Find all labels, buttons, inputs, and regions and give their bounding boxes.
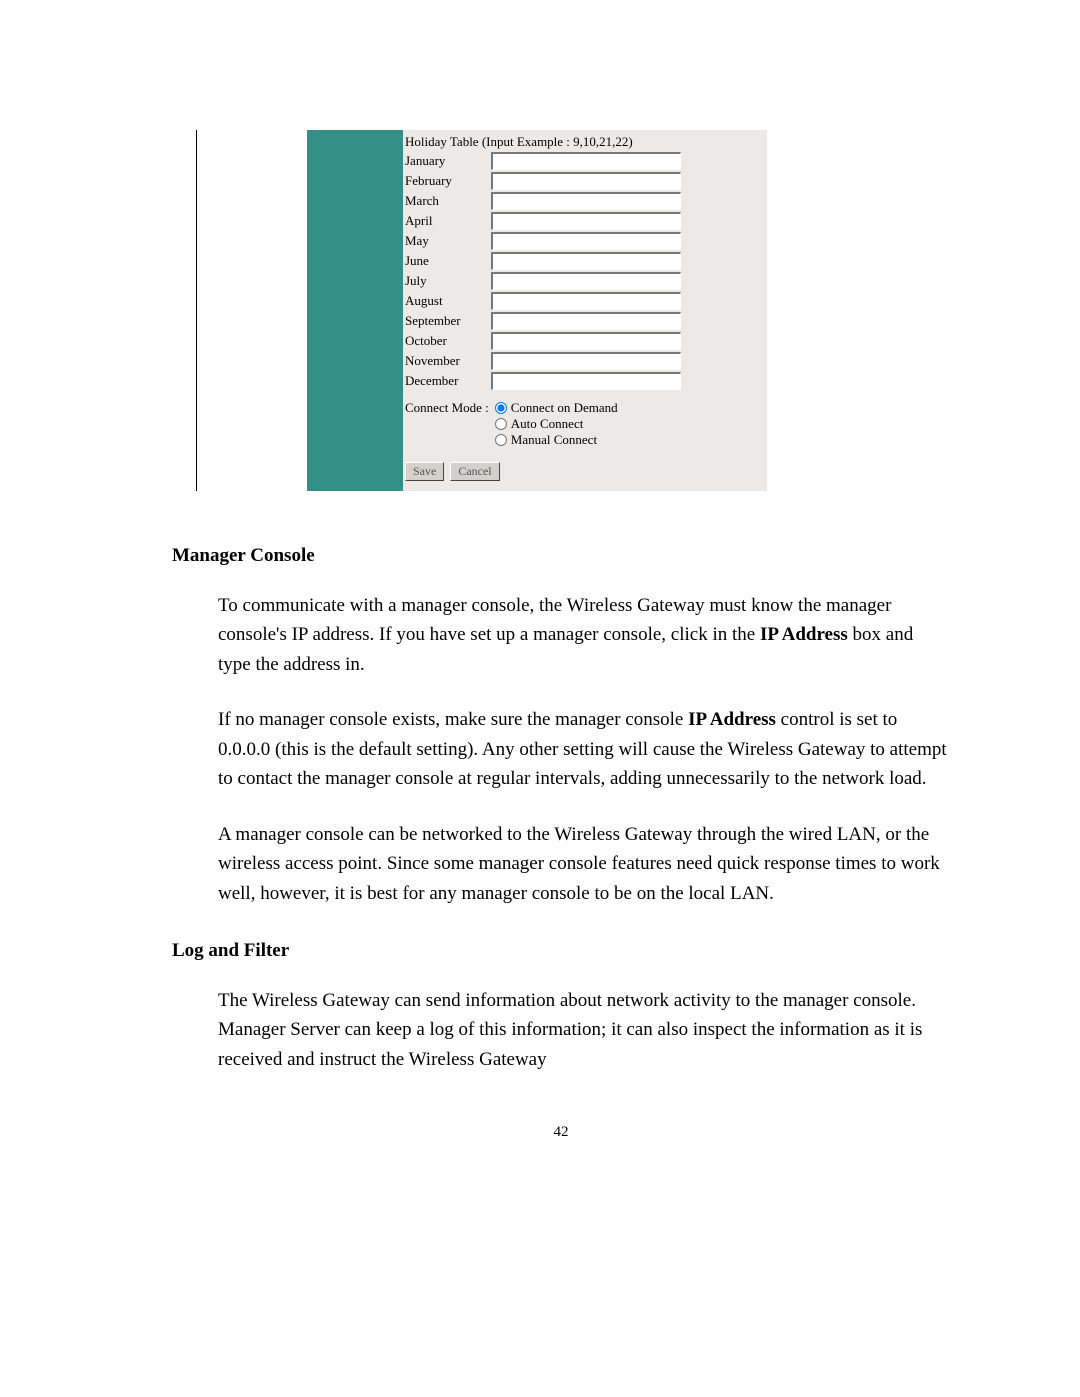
holiday-row: October [403,332,761,350]
button-row: Save Cancel [403,462,761,481]
month-label: March [403,193,491,209]
february-input[interactable] [491,172,681,190]
holiday-row: May [403,232,761,250]
page-number: 42 [172,1124,950,1141]
log-and-filter-heading: Log and Filter [172,940,950,962]
save-button[interactable]: Save [405,462,444,481]
log-and-filter-p1: The Wireless Gateway can send informatio… [218,986,950,1074]
august-input[interactable] [491,292,681,310]
month-label: December [403,373,491,389]
connect-mode-block: Connect Mode : Connect on Demand Auto Co… [403,400,761,448]
september-input[interactable] [491,312,681,330]
june-input[interactable] [491,252,681,270]
december-input[interactable] [491,372,681,390]
auto-connect-option[interactable]: Auto Connect [495,416,618,432]
month-label: April [403,213,491,229]
holiday-table-title: Holiday Table (Input Example : 9,10,21,2… [403,134,761,150]
november-input[interactable] [491,352,681,370]
panel-sidebar [307,130,403,491]
manager-console-p1: To communicate with a manager console, t… [218,591,950,679]
screenshot-figure: Holiday Table (Input Example : 9,10,21,2… [196,130,786,491]
may-input[interactable] [491,232,681,250]
manager-console-p3: A manager console can be networked to th… [218,820,950,908]
holiday-row: June [403,252,761,270]
connect-mode-options: Connect on Demand Auto Connect Manual Co… [495,400,618,448]
holiday-row: November [403,352,761,370]
cancel-button[interactable]: Cancel [450,462,499,481]
connect-on-demand-radio[interactable] [495,402,507,414]
month-label: February [403,173,491,189]
connect-on-demand-label: Connect on Demand [511,400,618,416]
holiday-row: February [403,172,761,190]
config-panel: Holiday Table (Input Example : 9,10,21,2… [307,130,767,491]
connect-mode-label: Connect Mode : [403,400,489,448]
month-label: January [403,153,491,169]
holiday-row: March [403,192,761,210]
connect-on-demand-option[interactable]: Connect on Demand [495,400,618,416]
text-span: If no manager console exists, make sure … [218,709,688,730]
auto-connect-radio[interactable] [495,418,507,430]
bold-text: IP Address [688,709,776,730]
panel-content: Holiday Table (Input Example : 9,10,21,2… [403,130,767,491]
holiday-row: August [403,292,761,310]
january-input[interactable] [491,152,681,170]
bold-text: IP Address [760,624,848,645]
month-label: August [403,293,491,309]
month-label: November [403,353,491,369]
manager-console-heading: Manager Console [172,545,950,567]
auto-connect-label: Auto Connect [511,416,584,432]
holiday-row: January [403,152,761,170]
october-input[interactable] [491,332,681,350]
month-label: May [403,233,491,249]
manual-connect-radio[interactable] [495,434,507,446]
july-input[interactable] [491,272,681,290]
month-label: October [403,333,491,349]
march-input[interactable] [491,192,681,210]
manual-connect-label: Manual Connect [511,432,597,448]
month-label: September [403,313,491,329]
manager-console-p2: If no manager console exists, make sure … [218,705,950,793]
holiday-row: September [403,312,761,330]
holiday-row: July [403,272,761,290]
month-label: July [403,273,491,289]
holiday-row: December [403,372,761,390]
month-label: June [403,253,491,269]
manual-connect-option[interactable]: Manual Connect [495,432,618,448]
holiday-row: April [403,212,761,230]
april-input[interactable] [491,212,681,230]
